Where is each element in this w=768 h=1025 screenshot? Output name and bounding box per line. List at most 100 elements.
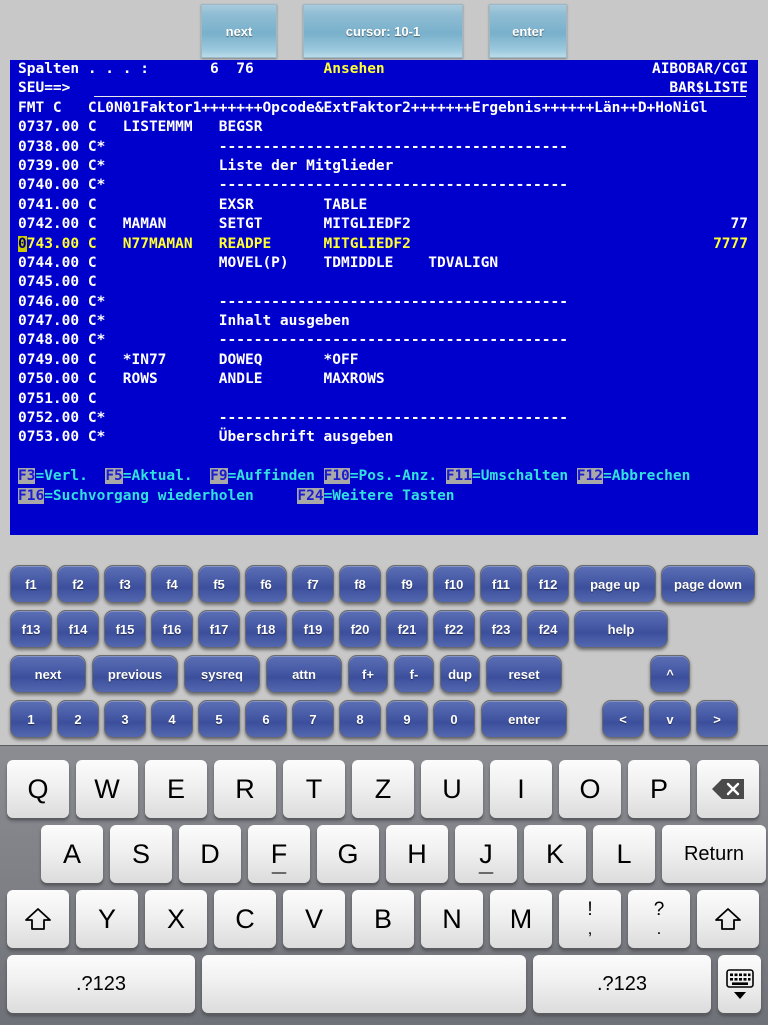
source-line-text[interactable]: C EXSR TABLE (88, 197, 612, 213)
keypad-key-9[interactable]: 9 (386, 700, 428, 738)
keypad-key-2[interactable]: 2 (57, 700, 99, 738)
line-number[interactable]: 0741.00 (18, 197, 88, 213)
line-length-value[interactable]: 7777 (713, 235, 748, 254)
source-line-text[interactable]: C* -------------------------------------… (88, 177, 743, 193)
keypad-key-f12[interactable]: f12 (527, 565, 569, 603)
key-b[interactable]: B (352, 890, 414, 948)
source-line-text[interactable]: C* Liste der Mitglieder (88, 158, 743, 174)
fkey-tag-f3[interactable]: F3 (18, 468, 36, 485)
source-line-text[interactable]: C LISTEMMM BEGSR (88, 119, 612, 135)
toolbar-enter-button[interactable]: enter (489, 4, 567, 58)
keypad-key-fminus[interactable]: f- (394, 655, 434, 693)
return-key[interactable]: Return (662, 825, 766, 883)
keypad-key-3[interactable]: 3 (104, 700, 146, 738)
line-number[interactable]: 0740.00 (18, 177, 88, 193)
keypad-key-f17[interactable]: f17 (198, 610, 240, 648)
source-line-text[interactable]: C* -------------------------------------… (88, 332, 743, 348)
source-line-text[interactable]: C (88, 274, 612, 290)
line-number[interactable]: 0737.00 (18, 119, 88, 135)
key-question-period[interactable]: ?. (628, 890, 690, 948)
space-key[interactable] (202, 955, 526, 1013)
source-line-text[interactable]: C ROWS ANDLE MAXROWS (88, 371, 612, 387)
fkey-tag-f11[interactable]: F11 (445, 468, 473, 485)
source-line-text[interactable]: C* Inhalt ausgeben (88, 313, 743, 329)
fkey-tag-f12[interactable]: F12 (576, 468, 603, 485)
keypad-key-5[interactable]: 5 (198, 700, 240, 738)
keypad-key-f24[interactable]: f24 (527, 610, 569, 648)
keypad-key-6[interactable]: 6 (245, 700, 287, 738)
keypad-key-f10[interactable]: f10 (433, 565, 475, 603)
keypad-key-0[interactable]: 0 (433, 700, 475, 738)
keypad-key-f9[interactable]: f9 (386, 565, 428, 603)
key-i[interactable]: I (490, 760, 552, 818)
source-line-text[interactable]: C MAMAN SETGT MITGLIEDF2 (88, 216, 612, 232)
key-c[interactable]: C (214, 890, 276, 948)
keypad-key-f5[interactable]: f5 (198, 565, 240, 603)
keypad-key-8[interactable]: 8 (339, 700, 381, 738)
key-h[interactable]: H (386, 825, 448, 883)
key-g[interactable]: G (317, 825, 379, 883)
keypad-key-sysreq[interactable]: sysreq (184, 655, 260, 693)
key-p[interactable]: P (628, 760, 690, 818)
line-number[interactable]: 0739.00 (18, 158, 88, 174)
keypad-key-f6[interactable]: f6 (245, 565, 287, 603)
key-exclamation-comma[interactable]: !, (559, 890, 621, 948)
cursor-cell[interactable]: 0 (18, 235, 27, 252)
keypad-key-left-arrow[interactable]: < (602, 700, 644, 738)
hide-keyboard-key[interactable] (718, 955, 761, 1013)
key-v[interactable]: V (283, 890, 345, 948)
key-x[interactable]: X (145, 890, 207, 948)
source-line-text[interactable]: C* -------------------------------------… (88, 410, 743, 426)
source-line-text[interactable]: C MOVEL(P) TDMIDDLE TDVALIGN (88, 255, 612, 271)
keypad-key-f3[interactable]: f3 (104, 565, 146, 603)
right-shift-key[interactable] (697, 890, 759, 948)
key-e[interactable]: E (145, 760, 207, 818)
key-u[interactable]: U (421, 760, 483, 818)
keypad-key-f7[interactable]: f7 (292, 565, 334, 603)
line-number[interactable]: 0744.00 (18, 255, 88, 271)
keypad-key-7[interactable]: 7 (292, 700, 334, 738)
keypad-key-right-arrow[interactable]: > (696, 700, 738, 738)
keypad-key-f23[interactable]: f23 (480, 610, 522, 648)
key-d[interactable]: D (179, 825, 241, 883)
keypad-key-reset[interactable]: reset (486, 655, 562, 693)
keypad-key-dup[interactable]: dup (440, 655, 480, 693)
keypad-key-f2[interactable]: f2 (57, 565, 99, 603)
key-j[interactable]: J (455, 825, 517, 883)
key-q[interactable]: Q (7, 760, 69, 818)
key-l[interactable]: L (593, 825, 655, 883)
source-line-text[interactable]: C* Überschrift ausgeben (88, 429, 743, 445)
source-line-text[interactable]: C* -------------------------------------… (88, 294, 743, 310)
key-n[interactable]: N (421, 890, 483, 948)
keypad-key-f15[interactable]: f15 (104, 610, 146, 648)
key-r[interactable]: R (214, 760, 276, 818)
keypad-key-4[interactable]: 4 (151, 700, 193, 738)
line-number[interactable]: 0748.00 (18, 332, 88, 348)
numeric-switch-key-right[interactable]: .?123 (533, 955, 711, 1013)
fkey-tag-f9[interactable]: F9 (210, 468, 228, 485)
key-s[interactable]: S (110, 825, 172, 883)
fkey-tag-f24[interactable]: F24 (297, 487, 324, 504)
fkey-tag-f16[interactable]: F16 (18, 487, 45, 504)
key-m[interactable]: M (490, 890, 552, 948)
source-line-text[interactable]: C N77MAMAN READPE MITGLIEDF2 (88, 236, 612, 252)
keypad-key-f21[interactable]: f21 (386, 610, 428, 648)
keypad-key-1[interactable]: 1 (10, 700, 52, 738)
keypad-key-enter[interactable]: enter (481, 700, 567, 738)
keypad-key-f13[interactable]: f13 (10, 610, 52, 648)
key-k[interactable]: K (524, 825, 586, 883)
line-number[interactable]: 0749.00 (18, 352, 88, 368)
keypad-key-fplus[interactable]: f+ (348, 655, 388, 693)
keypad-key-f22[interactable]: f22 (433, 610, 475, 648)
keypad-key-attn[interactable]: attn (266, 655, 342, 693)
key-o[interactable]: O (559, 760, 621, 818)
keypad-key-f19[interactable]: f19 (292, 610, 334, 648)
keypad-key-page-up[interactable]: page up (574, 565, 656, 603)
keypad-key-f18[interactable]: f18 (245, 610, 287, 648)
keypad-key-f1[interactable]: f1 (10, 565, 52, 603)
line-number[interactable]: 0753.00 (18, 429, 88, 445)
source-line-text[interactable]: C* -------------------------------------… (88, 139, 743, 155)
line-number[interactable]: 0750.00 (18, 371, 88, 387)
key-y[interactable]: Y (76, 890, 138, 948)
keypad-key-next[interactable]: next (10, 655, 86, 693)
